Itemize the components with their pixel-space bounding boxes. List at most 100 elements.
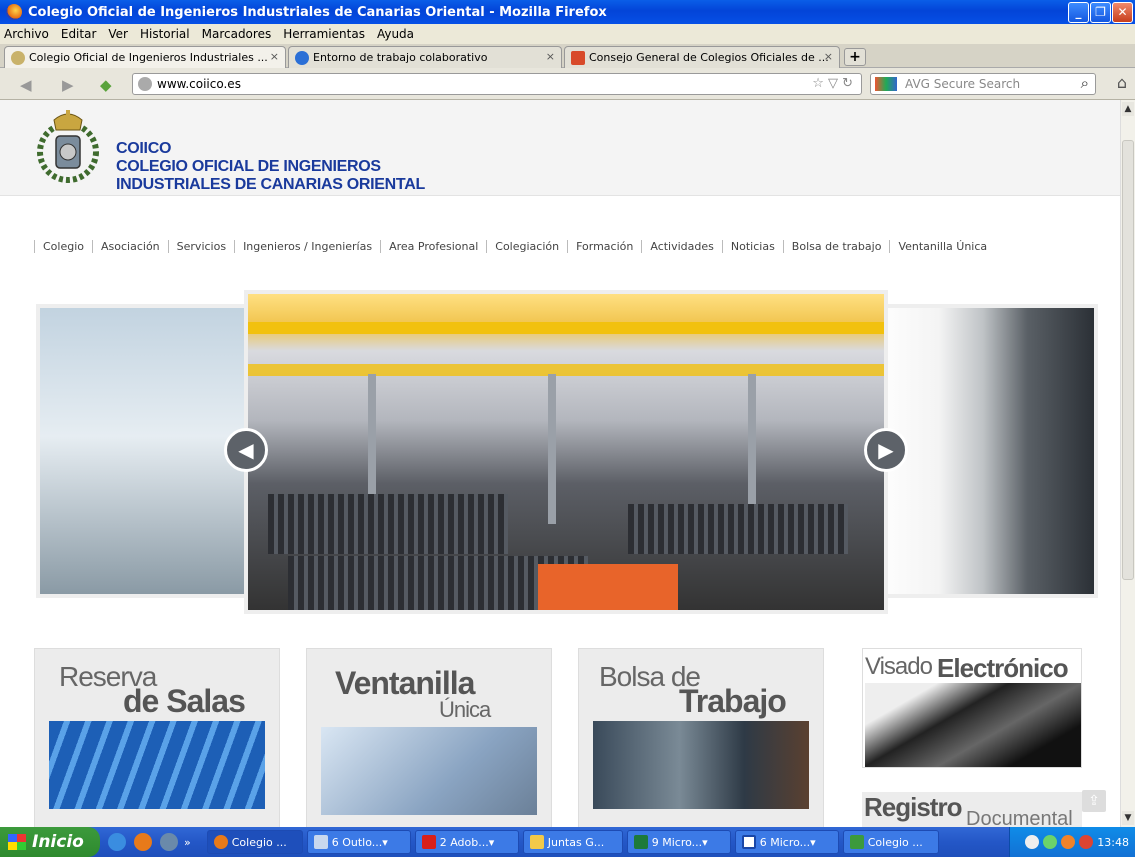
taskbar-label: 6 Micro... — [759, 835, 811, 849]
url-text: www.coiico.es — [157, 77, 241, 91]
outlook-icon — [313, 835, 328, 849]
excel-icon — [633, 835, 648, 849]
taskbar-label: Juntas G... — [547, 835, 605, 849]
taskbar-label: Colegio ... — [231, 835, 287, 849]
slider-next-button[interactable]: ▶ — [864, 428, 908, 472]
menu-ver[interactable]: Ver — [108, 27, 128, 41]
share-icon[interactable]: ⇪ — [1082, 790, 1106, 812]
navigation-toolbar: ◀ ▶ ◆ www.coiico.es ☆ ▽ ↻ AVG Secure Sea… — [0, 68, 1135, 100]
tray-network-icon[interactable] — [1043, 835, 1058, 849]
site-header: COIICO COLEGIO OFICIAL DE INGENIEROS IND… — [0, 100, 1120, 196]
nav-noticias[interactable]: Noticias — [721, 240, 783, 253]
nav-actividades[interactable]: Actividades — [641, 240, 722, 253]
windows-taskbar: Inicio » Colegio ... 6 Outlo... ▾ 2 Adob.… — [0, 827, 1135, 857]
crane-beam — [248, 364, 884, 376]
start-button[interactable]: Inicio — [0, 827, 100, 857]
home-icon[interactable]: ⌂ — [1117, 73, 1127, 92]
slide-current-image[interactable] — [244, 290, 888, 614]
nav-colegiacion[interactable]: Colegiación — [486, 240, 567, 253]
tray-avg-icon[interactable] — [1061, 835, 1076, 849]
nav-bolsa-trabajo[interactable]: Bolsa de trabajo — [782, 240, 890, 253]
taskbar-outlook[interactable]: 6 Outlo... ▾ — [306, 830, 411, 854]
card-bolsa-trabajo[interactable]: Bolsa de Trabajo — [578, 648, 824, 827]
card-visado-electronico[interactable]: Visado Electrónico — [862, 648, 1082, 768]
nav-servicios[interactable]: Servicios — [167, 240, 234, 253]
tab-consejo[interactable]: Consejo General de Colegios Oficiales de… — [564, 46, 840, 68]
card-title-2: Única — [439, 697, 491, 722]
back-icon[interactable]: ◀ — [20, 76, 32, 94]
taskbar-label: 9 Micro... — [651, 835, 703, 849]
card-registro-documental[interactable]: Registro Documental — [862, 792, 1082, 827]
registro-title-1: Registro — [864, 792, 962, 822]
tray-security-icon[interactable] — [1079, 835, 1094, 849]
word-icon — [741, 835, 756, 849]
search-icon[interactable]: ⌕ — [1081, 73, 1089, 93]
nav-ingenieros[interactable]: Ingenieros / Ingenierías — [234, 240, 380, 253]
ie-quicklaunch-icon[interactable] — [108, 833, 126, 851]
search-input[interactable]: AVG Secure Search ⌕ — [870, 73, 1096, 95]
card-ventanilla-unica[interactable]: Ventanilla Única — [306, 648, 552, 827]
menu-archivo[interactable]: Archivo — [4, 27, 49, 41]
scroll-down-arrow-icon[interactable]: ▼ — [1122, 811, 1134, 825]
adobe-icon — [421, 835, 436, 849]
nav-colegio[interactable]: Colegio — [34, 240, 92, 253]
addon-diamond-icon[interactable]: ◆ — [100, 76, 112, 94]
nav-ventanilla-unica[interactable]: Ventanilla Única — [889, 240, 995, 253]
scroll-up-arrow-icon[interactable]: ▲ — [1122, 102, 1134, 116]
coiico-crest-logo — [37, 110, 99, 183]
taskbar-adobe[interactable]: 2 Adob... ▾ — [414, 830, 519, 854]
tab-close-icon[interactable]: × — [270, 50, 279, 63]
tab-label: Consejo General de Colegios Oficiales de… — [589, 51, 829, 64]
seats-image — [49, 721, 265, 809]
new-tab-button[interactable]: + — [844, 48, 866, 66]
tab-coiico[interactable]: Colegio Oficial de Ingenieros Industrial… — [4, 46, 286, 68]
battery-rack — [628, 504, 848, 554]
taskbar-colegio[interactable]: Colegio ... — [842, 830, 939, 854]
quicklaunch-more-icon[interactable]: » — [184, 836, 191, 849]
windows-flag-icon — [8, 834, 26, 850]
menu-historial[interactable]: Historial — [140, 27, 190, 41]
taskbar-word[interactable]: 6 Micro... ▾ — [734, 830, 839, 854]
close-button[interactable]: ✕ — [1112, 2, 1133, 23]
scrollbar-thumb[interactable] — [1122, 140, 1134, 580]
system-tray: 13:48 — [1009, 827, 1135, 857]
taskbar-folder[interactable]: Juntas G... — [522, 830, 623, 854]
battery-rack — [268, 494, 508, 554]
site-brand[interactable]: COIICO COLEGIO OFICIAL DE INGENIEROS IND… — [116, 140, 425, 194]
menu-herramientas[interactable]: Herramientas — [283, 27, 365, 41]
taskbar-excel[interactable]: 9 Micro... ▾ — [626, 830, 731, 854]
menu-marcadores[interactable]: Marcadores — [202, 27, 272, 41]
bookmark-star-icon[interactable]: ☆ ▽ ↻ — [812, 74, 853, 94]
tab-close-icon[interactable]: × — [546, 50, 555, 63]
slider-prev-button[interactable]: ◀ — [224, 428, 268, 472]
minimize-button[interactable]: _ — [1068, 2, 1089, 23]
tab-entorno[interactable]: Entorno de trabajo colaborativo × — [288, 46, 562, 68]
taskbar-firefox[interactable]: Colegio ... — [206, 830, 303, 854]
taskbar-label: Colegio ... — [867, 835, 923, 849]
menu-editar[interactable]: Editar — [61, 27, 97, 41]
firefox-quicklaunch-icon[interactable] — [134, 833, 152, 851]
forward-icon[interactable]: ▶ — [62, 76, 74, 94]
nav-formacion[interactable]: Formación — [567, 240, 641, 253]
address-bar[interactable]: www.coiico.es ☆ ▽ ↻ — [132, 73, 862, 95]
site-navigation: Colegio Asociación Servicios Ingenieros … — [34, 240, 995, 253]
page-content: COIICO COLEGIO OFICIAL DE INGENIEROS IND… — [0, 100, 1120, 827]
tab-close-icon[interactable]: × — [824, 50, 833, 63]
nav-asociacion[interactable]: Asociación — [92, 240, 168, 253]
tray-arrow-icon[interactable] — [1025, 835, 1040, 849]
search-placeholder: AVG Secure Search — [905, 77, 1021, 91]
chrome-quicklaunch-icon[interactable] — [160, 833, 178, 851]
column — [748, 374, 756, 524]
orange-cart — [538, 564, 678, 610]
firefox-icon — [6, 4, 22, 20]
vertical-scrollbar[interactable]: ▲ ▼ — [1120, 100, 1135, 827]
brand-short: COIICO — [116, 140, 172, 157]
menu-ayuda[interactable]: Ayuda — [377, 27, 414, 41]
avg-logo-icon — [875, 77, 897, 91]
nav-area-profesional[interactable]: Area Profesional — [380, 240, 486, 253]
crane-beam — [248, 322, 884, 334]
card-reserva-salas[interactable]: Reserva de Salas — [34, 648, 280, 827]
card-title-2: Trabajo — [679, 683, 787, 719]
maximize-button[interactable]: ❐ — [1090, 2, 1111, 23]
ie-favicon-icon — [295, 50, 309, 65]
